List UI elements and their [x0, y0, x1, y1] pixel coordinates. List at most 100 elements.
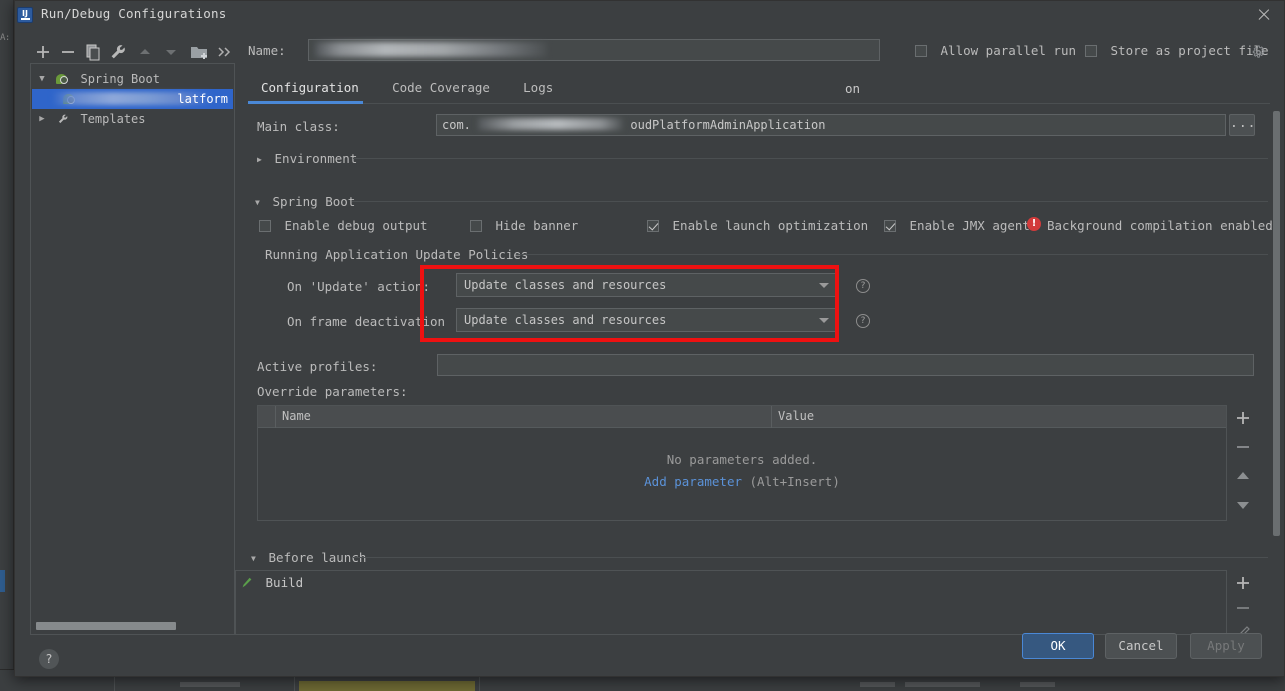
tabs-separator [248, 103, 1270, 104]
table-empty-message: No parameters added. [666, 452, 818, 467]
on-update-action-combobox[interactable]: Update classes and resources [456, 273, 838, 297]
ok-button[interactable]: OK [1022, 633, 1094, 659]
help-button[interactable]: ? [39, 649, 59, 669]
remove-configuration-button[interactable] [57, 41, 79, 63]
add-parameter-hint: (Alt+Insert) [749, 474, 840, 489]
tree-item-label: latform [177, 92, 228, 106]
question-circle-icon[interactable]: ? [856, 279, 870, 293]
enable-jmx-agent-row[interactable]: Enable JMX agent [884, 218, 1030, 233]
on-frame-deactivation-label: On frame deactivation [287, 314, 446, 329]
before-launch-task-list[interactable]: Build [235, 570, 1227, 635]
on-update-action-value: Update classes and resources [464, 278, 667, 292]
enable-jmx-agent-label: Enable JMX agent [909, 218, 1030, 233]
chevron-down-icon: ▼ [251, 554, 256, 563]
store-as-project-file-row[interactable]: Store as project file [1085, 43, 1269, 58]
redacted-main-class-segment [478, 118, 624, 130]
tab-code-coverage[interactable]: Code Coverage [379, 77, 503, 99]
chevron-double-right-icon[interactable] [213, 41, 235, 63]
spring-boot-section-rule [352, 201, 1268, 202]
tree-item-selected-configuration[interactable]: latform [32, 89, 233, 109]
table-empty-action: Add parameter (Alt+Insert) [258, 474, 1226, 489]
browse-main-class-button[interactable]: ... [1229, 114, 1255, 136]
before-launch-rule [353, 557, 1268, 558]
close-icon[interactable] [1254, 5, 1274, 25]
cancel-button[interactable]: Cancel [1105, 633, 1177, 659]
active-profiles-input[interactable] [437, 354, 1254, 376]
dialog-title: Run/Debug Configurations [41, 6, 227, 21]
new-folder-icon[interactable] [188, 41, 210, 63]
name-label: Name: [248, 43, 286, 58]
hide-banner-checkbox[interactable] [470, 220, 482, 232]
hide-banner-label: Hide banner [495, 218, 579, 233]
enable-debug-output-row[interactable]: Enable debug output [259, 218, 428, 233]
name-value-tail: on [845, 81, 861, 96]
enable-launch-optimization-row[interactable]: Enable launch optimization [647, 218, 868, 233]
spring-boot-section-label: Spring Boot [272, 194, 356, 209]
column-header-value: Value [778, 409, 815, 423]
tree-horizontal-scrollbar[interactable] [36, 622, 176, 630]
update-policies-rule [516, 254, 1268, 255]
configurations-toolbar [30, 39, 235, 65]
main-class-prefix: com. [442, 118, 471, 132]
content-vertical-scrollbar[interactable] [1273, 111, 1280, 536]
chevron-down-icon [819, 318, 829, 323]
move-parameter-down-button[interactable] [1229, 492, 1257, 518]
wrench-icon [56, 112, 70, 126]
main-class-input[interactable]: com. oudPlatformAdminApplication [436, 114, 1226, 136]
build-hammer-icon [240, 576, 254, 590]
apply-button[interactable]: Apply [1190, 633, 1262, 659]
expand-toggle-icon[interactable]: ▶ [35, 109, 49, 129]
tab-configuration[interactable]: Configuration [248, 77, 372, 99]
store-as-project-file-label: Store as project file [1110, 43, 1269, 58]
table-header: Name Value [258, 406, 1226, 428]
arrow-down-icon[interactable] [160, 41, 182, 63]
ide-left-tag: A: [0, 33, 10, 43]
column-header-name: Name [282, 409, 311, 423]
add-configuration-button[interactable] [32, 41, 54, 63]
arrow-up-icon[interactable] [134, 41, 156, 63]
environment-section-rule [353, 158, 1268, 159]
allow-parallel-run-checkbox[interactable] [915, 45, 927, 57]
configurations-tree[interactable]: ▼ Spring Boot latform ▶ Templates [30, 63, 235, 635]
remove-parameter-button[interactable] [1229, 434, 1257, 460]
on-update-action-label: On 'Update' action: [287, 279, 430, 294]
before-launch-label: Before launch [268, 550, 367, 565]
enable-jmx-agent-checkbox[interactable] [884, 220, 896, 232]
enable-launch-optimization-label: Enable launch optimization [672, 218, 869, 233]
environment-section-label: Environment [274, 151, 358, 166]
add-parameter-link[interactable]: Add parameter [644, 474, 742, 489]
enable-debug-output-checkbox[interactable] [259, 220, 271, 232]
wrench-icon[interactable] [107, 41, 129, 63]
enable-launch-optimization-checkbox[interactable] [647, 220, 659, 232]
before-launch-side-buttons [1229, 570, 1257, 639]
override-parameters-side-buttons [1229, 405, 1257, 521]
hide-banner-row[interactable]: Hide banner [470, 218, 578, 233]
question-circle-icon[interactable]: ? [856, 314, 870, 328]
store-as-project-file-checkbox[interactable] [1085, 45, 1097, 57]
environment-section-header[interactable]: ▶ Environment [257, 151, 357, 166]
name-input[interactable]: on [308, 39, 880, 96]
background-compilation-warning-text: Background compilation enabled [1047, 218, 1273, 233]
update-policies-group-label: Running Application Update Policies [265, 247, 529, 262]
tree-item-templates[interactable]: ▶ Templates [31, 109, 234, 129]
remove-task-button[interactable] [1229, 595, 1257, 621]
add-parameter-button[interactable] [1229, 405, 1257, 431]
tree-item-spring-boot[interactable]: ▼ Spring Boot [31, 69, 234, 89]
error-circle-icon: ! [1027, 217, 1041, 231]
before-launch-task-row[interactable]: Build [240, 575, 303, 590]
on-frame-deactivation-combobox[interactable]: Update classes and resources [456, 308, 838, 332]
tab-logs[interactable]: Logs [510, 77, 566, 99]
before-launch-section-header[interactable]: ▼ Before launch [251, 550, 366, 565]
expand-toggle-icon[interactable]: ▼ [35, 69, 49, 89]
spring-boot-section-header[interactable]: ▼ Spring Boot [255, 194, 355, 209]
add-task-button[interactable] [1229, 570, 1257, 596]
configuration-tabs: Configuration Code Coverage Logs [248, 77, 566, 103]
chevron-right-icon: ▶ [257, 155, 262, 164]
move-parameter-up-button[interactable] [1229, 463, 1257, 489]
override-parameters-label: Override parameters: [257, 384, 408, 399]
override-parameters-table[interactable]: Name Value No parameters added. Add para… [257, 405, 1227, 521]
ide-left-marker [0, 570, 5, 592]
copy-configuration-button[interactable] [82, 41, 104, 63]
allow-parallel-run-row[interactable]: Allow parallel run [915, 43, 1076, 58]
gear-icon[interactable] [1251, 45, 1266, 60]
